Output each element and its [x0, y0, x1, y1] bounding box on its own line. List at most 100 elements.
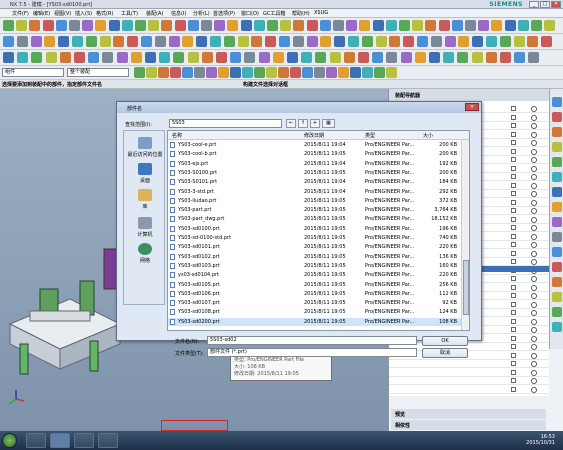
file-row[interactable]: YS03-sd0102.prt 2015/8/11 19:05 Pro/ENGINE…	[168, 253, 469, 262]
file-row[interactable]: YS03-cool-b.prt 2015/8/11 19:05 Pro/ENGINE…	[168, 150, 469, 159]
taskbar-explorer-icon[interactable]	[26, 433, 46, 448]
toolbar-tool-icon[interactable]	[531, 20, 542, 31]
toolbar-tool-icon[interactable]	[400, 52, 412, 63]
toolbar-tool-icon[interactable]	[85, 36, 97, 47]
toolbar-tool-icon[interactable]	[417, 36, 428, 47]
toolbar-tool-icon[interactable]	[121, 20, 133, 31]
toolbar-tool-icon[interactable]	[350, 67, 361, 78]
toolbar-tool-icon[interactable]	[302, 67, 313, 78]
file-row[interactable]: YS03-sd0200.prt 2015/8/11 19:05 Pro/ENGINE…	[168, 317, 469, 327]
toolbar-tool-icon[interactable]	[45, 52, 57, 63]
toolbar-tool-icon[interactable]	[306, 20, 318, 31]
toolbar-tool-icon[interactable]	[374, 67, 385, 78]
tree-row-radio[interactable]	[531, 233, 537, 240]
toolbar-tool-icon[interactable]	[348, 36, 359, 47]
up-folder-icon[interactable]: ↑	[298, 119, 308, 128]
tree-row-radio[interactable]	[531, 335, 537, 342]
toolbar-tool-icon[interactable]	[168, 36, 180, 47]
tree-row-radio[interactable]	[531, 208, 537, 214]
tree-row-checkbox[interactable]	[511, 327, 516, 332]
tree-row-checkbox[interactable]	[511, 259, 516, 264]
minimize-button[interactable]: _	[529, 1, 539, 8]
toolbar-tool-icon[interactable]	[517, 20, 529, 31]
toolbar-tool-icon[interactable]	[3, 52, 14, 63]
dependencies-section[interactable]: 相依性	[391, 420, 546, 430]
tree-row-checkbox[interactable]	[511, 352, 516, 358]
tree-row-checkbox[interactable]	[511, 191, 516, 196]
clock[interactable]: 16:53 2015/10/31	[526, 434, 555, 446]
toolbar-tool-icon[interactable]	[3, 20, 14, 31]
toolbar-tool-icon[interactable]	[425, 20, 437, 31]
toolbar-tool-icon[interactable]	[72, 36, 83, 47]
toolbar-tool-icon[interactable]	[346, 20, 358, 31]
resource-tab-icon[interactable]	[552, 97, 562, 107]
tree-row-radio[interactable]	[531, 114, 537, 121]
toolbar-tool-icon[interactable]	[17, 52, 29, 63]
toolbar-tool-icon[interactable]	[486, 36, 497, 47]
tree-row-checkbox[interactable]	[511, 276, 516, 281]
toolbar-tool-icon[interactable]	[218, 67, 229, 78]
tree-row-radio[interactable]	[531, 182, 537, 189]
toolbar-tool-icon[interactable]	[3, 36, 14, 47]
toolbar-tool-icon[interactable]	[88, 52, 100, 63]
tree-row-checkbox[interactable]	[511, 361, 516, 366]
file-row[interactable]: YS03-sd0103.prt 2015/8/11 19:05 Pro/ENGINE…	[168, 262, 469, 271]
new-folder-icon[interactable]: +	[310, 119, 320, 128]
tree-row-checkbox[interactable]	[511, 182, 516, 188]
toolbar-tool-icon[interactable]	[230, 52, 242, 63]
place-recent[interactable]: 最近访问的位置	[124, 137, 166, 158]
view-menu-icon[interactable]: ▦	[322, 119, 335, 128]
toolbar-tool-icon[interactable]	[443, 52, 455, 63]
toolbar-tool-icon[interactable]	[279, 36, 290, 47]
tree-row-checkbox[interactable]	[511, 157, 516, 162]
taskbar-app-icon[interactable]	[74, 433, 94, 448]
toolbar-tool-icon[interactable]	[385, 20, 397, 31]
toolbar-tool-icon[interactable]	[429, 52, 440, 63]
toolbar-tool-icon[interactable]	[372, 20, 384, 31]
close-button[interactable]: ✕	[551, 1, 561, 8]
toolbar-tool-icon[interactable]	[141, 36, 152, 47]
file-name-input[interactable]: 5S03-sd02	[207, 336, 417, 345]
toolbar-tool-icon[interactable]	[194, 67, 205, 78]
tree-row-checkbox[interactable]	[511, 114, 516, 120]
taskbar-nx-icon[interactable]	[50, 433, 70, 448]
resource-tab-icon[interactable]	[552, 187, 562, 197]
tree-row-radio[interactable]	[531, 225, 537, 231]
toolbar-tool-icon[interactable]	[187, 20, 199, 31]
tree-row-radio[interactable]	[531, 293, 537, 299]
tree-row-checkbox[interactable]	[511, 165, 516, 171]
tree-row-radio[interactable]	[531, 216, 537, 223]
toolbar-tool-icon[interactable]	[253, 20, 265, 31]
toolbar-tool-icon[interactable]	[74, 52, 85, 63]
toolbar-tool-icon[interactable]	[465, 20, 476, 31]
tree-row-checkbox[interactable]	[511, 284, 516, 290]
menu-window[interactable]: 窗口(O)	[241, 10, 259, 17]
tree-row-radio[interactable]	[531, 327, 537, 333]
tree-row-checkbox[interactable]	[511, 335, 516, 341]
selection-filter-combo[interactable]: 组件	[2, 68, 64, 77]
toolbar-tool-icon[interactable]	[102, 52, 114, 63]
toolbar-tool-icon[interactable]	[148, 20, 160, 31]
file-row[interactable]: YS03-3-std.prt 2015/8/11 19:04 Pro/ENGINEE…	[168, 188, 469, 197]
tree-row-radio[interactable]	[531, 140, 537, 146]
toolbar-tool-icon[interactable]	[541, 36, 553, 47]
resource-tab-icon[interactable]	[552, 142, 562, 152]
toolbar-tool-icon[interactable]	[319, 20, 331, 31]
tree-row-radio[interactable]	[531, 386, 537, 393]
tree-row-radio[interactable]	[531, 199, 537, 206]
tree-row-checkbox[interactable]	[511, 140, 516, 145]
start-button[interactable]	[2, 433, 17, 448]
tree-row-checkbox[interactable]	[511, 301, 516, 307]
toolbar-tool-icon[interactable]	[361, 36, 373, 47]
place-network[interactable]: 网络	[124, 243, 166, 264]
tree-row-radio[interactable]	[531, 378, 537, 384]
resource-tab-icon[interactable]	[552, 217, 562, 227]
toolbar-tool-icon[interactable]	[278, 67, 289, 78]
toolbar-tool-icon[interactable]	[528, 52, 540, 63]
tree-row-radio[interactable]	[531, 284, 537, 291]
toolbar-tool-icon[interactable]	[412, 20, 424, 31]
toolbar-tool-icon[interactable]	[95, 20, 107, 31]
file-row[interactable]: YS03-sd0105.prt 2015/8/11 19:05 Pro/ENGINE…	[168, 281, 469, 290]
tree-row-radio[interactable]	[531, 106, 537, 112]
toolbar-tool-icon[interactable]	[500, 52, 511, 63]
